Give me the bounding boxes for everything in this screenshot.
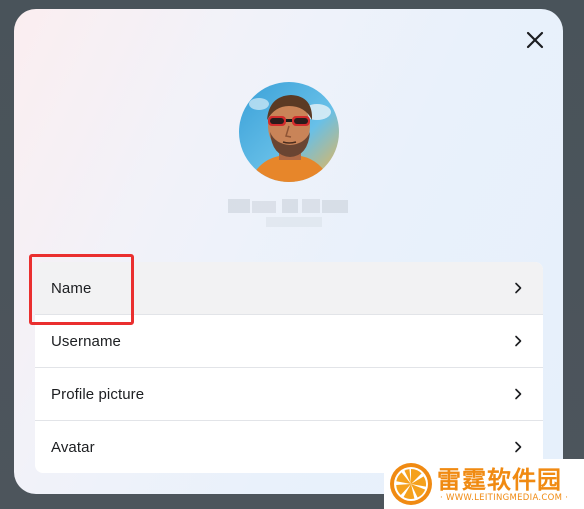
menu-item-label: Name: [51, 279, 92, 297]
menu-item-name[interactable]: Name: [35, 262, 543, 315]
chevron-right-icon: [515, 335, 522, 347]
watermark-title: 雷霆软件园: [437, 466, 562, 494]
orange-slice-logo-icon: [390, 463, 432, 505]
watermark-url: · WWW.LEITINGMEDIA.COM ·: [440, 493, 569, 503]
close-button[interactable]: [521, 26, 549, 54]
profile-photo: [239, 82, 339, 182]
menu-item-username[interactable]: Username: [35, 315, 543, 368]
menu-item-label: Avatar: [51, 438, 95, 456]
watermark: 雷霆软件园 · WWW.LEITINGMEDIA.COM ·: [384, 459, 584, 509]
chevron-right-icon: [515, 282, 522, 294]
chevron-right-icon: [515, 388, 522, 400]
close-icon: [526, 31, 544, 49]
menu-item-label: Profile picture: [51, 385, 145, 403]
chevron-right-icon: [515, 441, 522, 453]
profile-dialog: Name Username Profile picture Avatar: [14, 9, 563, 494]
avatar[interactable]: [239, 82, 339, 182]
menu-item-profile-picture[interactable]: Profile picture: [35, 368, 543, 421]
username-redacted: [228, 195, 348, 235]
profile-menu: Name Username Profile picture Avatar: [35, 262, 543, 473]
menu-item-label: Username: [51, 332, 121, 350]
